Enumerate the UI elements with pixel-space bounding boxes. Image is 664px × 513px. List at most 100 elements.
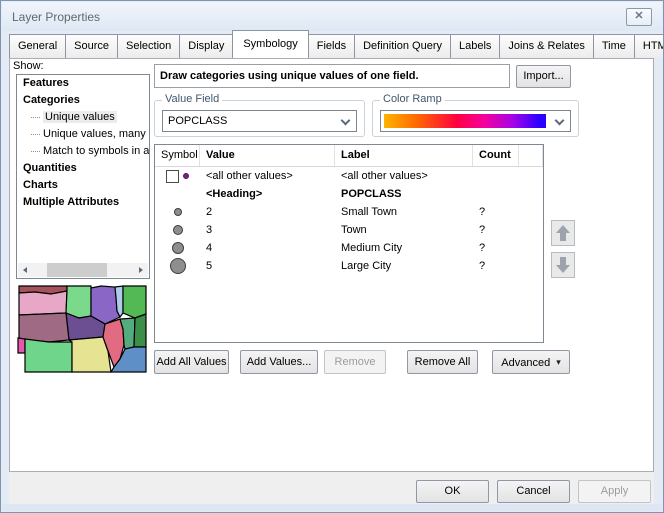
tab-html-popup[interactable]: HTML Popup: [634, 34, 664, 58]
symbol-cell[interactable]: [155, 208, 200, 216]
symbol-cell[interactable]: [155, 242, 200, 254]
table-row[interactable]: 2 Small Town ?: [155, 203, 543, 221]
tree-connector: [31, 151, 40, 152]
move-up-button[interactable]: [551, 220, 575, 246]
tab-joins-relates[interactable]: Joins & Relates: [499, 34, 593, 58]
table-row-heading[interactable]: <Heading> POPCLASS: [155, 185, 543, 203]
column-header-label[interactable]: Label: [335, 145, 473, 166]
tree-connector: [31, 117, 40, 118]
tree-item-features[interactable]: Features: [17, 75, 149, 92]
table-row[interactable]: 3 Town ?: [155, 221, 543, 239]
column-header-count[interactable]: Count: [473, 145, 519, 166]
cancel-button[interactable]: Cancel: [497, 480, 570, 503]
move-down-button[interactable]: [551, 252, 575, 278]
tree-item-unique-values[interactable]: Unique values: [17, 109, 149, 126]
table-row[interactable]: 4 Medium City ?: [155, 239, 543, 257]
symbology-tab-page: Show: Features Categories Unique values …: [9, 58, 654, 472]
tree-item-multiple-attributes[interactable]: Multiple Attributes: [17, 194, 149, 211]
map-preview-svg: [17, 285, 147, 373]
method-description: Draw categories using unique values of o…: [154, 64, 510, 88]
dialog-button-bar: OK Cancel Apply: [9, 472, 654, 506]
map-state-polygon: [66, 286, 91, 318]
window-title: Layer Properties: [12, 10, 100, 24]
column-header-spacer: [519, 145, 543, 166]
value-cell: <all other values>: [200, 170, 335, 182]
tree-item-categories[interactable]: Categories: [17, 92, 149, 109]
close-icon: ✕: [634, 10, 643, 22]
symbol-dot: [173, 225, 183, 235]
tree-item-match-symbols[interactable]: Match to symbols in a: [17, 143, 149, 160]
value-field-selected: POPCLASS: [168, 111, 227, 131]
tab-fields[interactable]: Fields: [308, 34, 355, 58]
count-cell: ?: [473, 242, 519, 254]
value-cell: <Heading>: [200, 188, 335, 200]
symbol-cell[interactable]: [155, 258, 200, 274]
tree-item-quantities[interactable]: Quantities: [17, 160, 149, 177]
value-cell: 3: [200, 224, 335, 236]
titlebar: Layer Properties ✕: [2, 2, 662, 31]
scrollbar-track[interactable]: [33, 263, 133, 277]
arrow-up-icon: [556, 225, 570, 241]
column-header-symbol[interactable]: Symbol: [155, 145, 200, 166]
tab-strip: General Source Selection Display Symbolo…: [9, 34, 664, 58]
tab-definition-query[interactable]: Definition Query: [354, 34, 451, 58]
label-cell: POPCLASS: [335, 188, 473, 200]
value-field-dropdown[interactable]: POPCLASS: [162, 110, 357, 132]
close-button[interactable]: ✕: [626, 8, 652, 26]
tree-horizontal-scrollbar[interactable]: [18, 263, 148, 277]
tab-source[interactable]: Source: [65, 34, 118, 58]
value-field-group: Value Field POPCLASS: [154, 100, 365, 137]
count-cell: ?: [473, 260, 519, 272]
count-cell: ?: [473, 224, 519, 236]
tab-labels[interactable]: Labels: [450, 34, 500, 58]
map-state-polygon: [19, 291, 67, 315]
add-all-values-button[interactable]: Add All Values: [154, 350, 229, 374]
chevron-down-icon: [555, 116, 565, 126]
value-cell: 4: [200, 242, 335, 254]
color-ramp-caption: Color Ramp: [380, 93, 445, 105]
column-header-value[interactable]: Value: [200, 145, 335, 166]
label-cell: Medium City: [335, 242, 473, 254]
arrow-down-icon: [556, 257, 570, 273]
symbol-table: Symbol Value Label Count <all other valu…: [154, 144, 544, 343]
tab-general[interactable]: General: [9, 34, 66, 58]
value-cell: 5: [200, 260, 335, 272]
scroll-left-icon[interactable]: [18, 263, 33, 277]
table-row[interactable]: 5 Large City ?: [155, 257, 543, 275]
table-row[interactable]: <all other values> <all other values>: [155, 167, 543, 185]
scrollbar-thumb[interactable]: [47, 263, 107, 277]
tree-connector: [31, 134, 40, 135]
map-state-polygon: [123, 286, 146, 318]
tab-symbology[interactable]: Symbology: [232, 30, 308, 58]
color-ramp-dropdown[interactable]: [380, 110, 571, 132]
tab-time[interactable]: Time: [593, 34, 635, 58]
count-cell: ?: [473, 206, 519, 218]
symbol-cell[interactable]: [155, 225, 200, 235]
remove-all-button[interactable]: Remove All: [407, 350, 478, 374]
window-bottom-edge: [2, 504, 662, 511]
tree-item-charts[interactable]: Charts: [17, 177, 149, 194]
tree-item-unique-values-many[interactable]: Unique values, many: [17, 126, 149, 143]
label-cell: <all other values>: [335, 170, 473, 182]
remove-button[interactable]: Remove: [324, 350, 386, 374]
add-values-button[interactable]: Add Values...: [240, 350, 318, 374]
tab-display[interactable]: Display: [179, 34, 233, 58]
tab-selection[interactable]: Selection: [117, 34, 180, 58]
label-cell: Large City: [335, 260, 473, 272]
scroll-right-icon[interactable]: [133, 263, 148, 277]
color-ramp-gradient: [384, 114, 546, 128]
table-header: Symbol Value Label Count: [155, 145, 543, 167]
import-button[interactable]: Import...: [516, 65, 571, 88]
label-cell: Small Town: [335, 206, 473, 218]
map-state-polygon: [18, 338, 25, 353]
symbol-dot: [172, 242, 184, 254]
apply-button[interactable]: Apply: [578, 480, 651, 503]
advanced-button[interactable]: Advanced▾: [492, 350, 570, 374]
value-cell: 2: [200, 206, 335, 218]
label-cell: Town: [335, 224, 473, 236]
all-other-values-checkbox[interactable]: [166, 170, 179, 183]
dropdown-arrow-icon: ▾: [556, 351, 561, 373]
ok-button[interactable]: OK: [416, 480, 489, 503]
symbol-cell[interactable]: [155, 170, 200, 183]
color-ramp-group: Color Ramp: [372, 100, 579, 137]
